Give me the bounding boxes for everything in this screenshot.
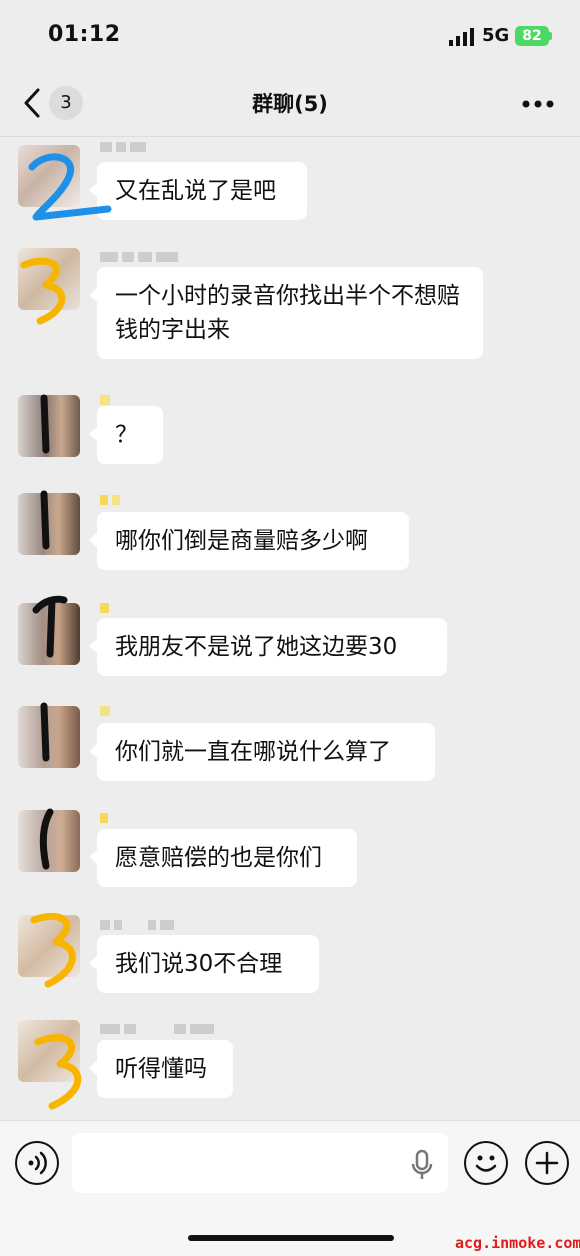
- message-input[interactable]: [72, 1133, 448, 1193]
- message-bubble[interactable]: 愿意赔偿的也是你们: [89, 829, 357, 887]
- message-bubble[interactable]: 又在乱说了是吧: [89, 162, 307, 220]
- avatar[interactable]: [18, 145, 80, 207]
- avatar[interactable]: [18, 493, 80, 555]
- sender-name-blurred: [100, 813, 108, 827]
- sender-name-blurred: [100, 1024, 214, 1038]
- avatar[interactable]: [18, 1020, 80, 1082]
- battery-tip: [549, 32, 552, 40]
- sender-name-blurred: [100, 495, 120, 509]
- sender-name-blurred: [100, 603, 109, 617]
- message-bubble[interactable]: 你们就一直在哪说什么算了: [89, 723, 435, 781]
- message-bubble[interactable]: 听得懂吗: [89, 1040, 233, 1098]
- battery-indicator: 82: [515, 26, 549, 46]
- watermark: acg.inmoke.com: [455, 1234, 580, 1252]
- avatar[interactable]: [18, 395, 80, 457]
- avatar[interactable]: [18, 706, 80, 768]
- smiley-icon: [475, 1155, 497, 1172]
- chat-header: 3 群聊(5): [0, 70, 580, 137]
- avatar[interactable]: [18, 810, 80, 872]
- microphone-icon[interactable]: [410, 1149, 434, 1181]
- home-indicator: [188, 1235, 394, 1241]
- battery-level: 82: [522, 28, 542, 44]
- voice-input-button[interactable]: [15, 1141, 59, 1185]
- more-options-icon[interactable]: [521, 98, 555, 110]
- more-actions-button[interactable]: [525, 1141, 569, 1185]
- avatar[interactable]: [18, 603, 80, 665]
- plus-icon: [535, 1151, 559, 1175]
- message-bubble[interactable]: 哪你们倒是商量赔多少啊: [89, 512, 409, 570]
- emoji-button[interactable]: [464, 1141, 508, 1185]
- status-bar: 01:12 5G 82: [0, 0, 580, 70]
- message-bubble[interactable]: 一个小时的录音你找出半个不想赔钱的字出来: [89, 267, 483, 359]
- cellular-signal-icon: [449, 28, 474, 46]
- voice-wave-icon: [28, 1151, 47, 1175]
- avatar[interactable]: [18, 915, 80, 977]
- sender-name-blurred: [100, 252, 178, 266]
- status-time: 01:12: [48, 22, 121, 47]
- sender-name-blurred: [100, 920, 174, 934]
- network-type: 5G: [482, 25, 510, 46]
- sender-name-blurred: [100, 706, 110, 720]
- message-bubble[interactable]: 我们说30不合理: [89, 935, 319, 993]
- sender-name-blurred: [100, 142, 146, 156]
- avatar[interactable]: [18, 248, 80, 310]
- message-bubble[interactable]: ？: [89, 406, 163, 464]
- chat-title: 群聊(5): [252, 92, 328, 116]
- message-bubble[interactable]: 我朋友不是说了她这边要30: [89, 618, 447, 676]
